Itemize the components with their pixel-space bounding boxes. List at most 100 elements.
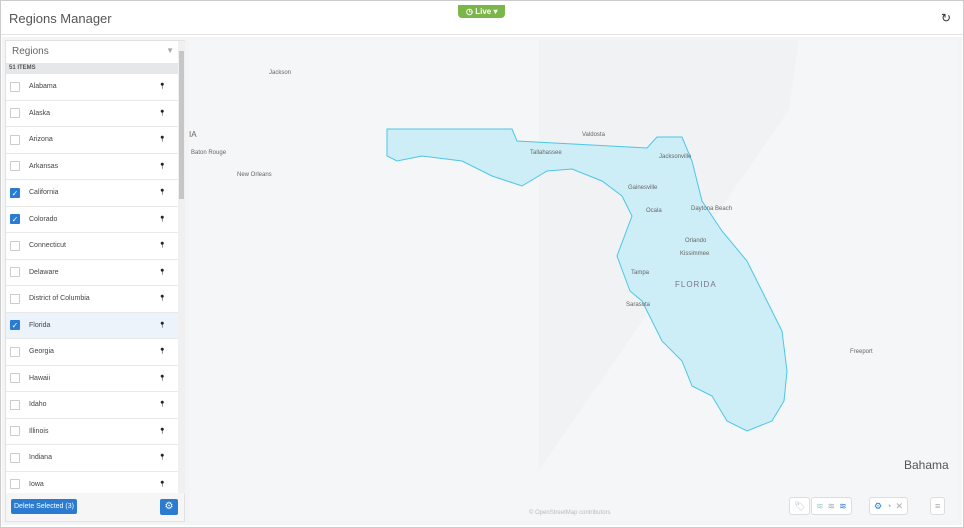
regions-list: Alabama 📍 Alaska 📍 Arizona 📍 Arkansas 📍 ✓ Califor…	[6, 74, 178, 494]
region-row[interactable]: District of Columbia 📍	[6, 286, 178, 313]
menu-icon: ≡	[935, 501, 941, 511]
menu-button[interactable]: ≡	[930, 497, 946, 515]
tools-icon[interactable]: ✕	[896, 501, 904, 512]
checkbox[interactable]	[10, 134, 20, 145]
region-row[interactable]: Illinois 📍	[6, 419, 178, 445]
map-pin-icon[interactable]: 📍	[159, 428, 166, 435]
map-label: Baton Rouge	[191, 150, 227, 156]
checkbox[interactable]	[10, 108, 20, 119]
map-label: Kissimmee	[680, 251, 710, 257]
gear-icon[interactable]: ⚙	[874, 501, 882, 512]
checkbox[interactable]	[10, 240, 20, 251]
region-row[interactable]: Hawaii 📍	[6, 366, 178, 392]
map-label: Ocala	[646, 208, 662, 214]
checkbox[interactable]	[10, 399, 20, 410]
refresh-icon[interactable]: ↻	[941, 11, 951, 25]
checkbox[interactable]	[10, 373, 20, 384]
region-name: Arizona	[29, 136, 53, 144]
map-label: Sarasota	[626, 302, 651, 308]
region-name: Delaware	[29, 268, 59, 276]
checkbox[interactable]: ✓	[10, 214, 20, 225]
layers-dark-icon[interactable]: ≋	[839, 501, 847, 512]
region-name: Georgia	[29, 348, 54, 356]
region-row[interactable]: Georgia 📍	[6, 339, 178, 366]
region-row[interactable]: ✓ Colorado 📍	[6, 207, 178, 233]
region-name: District of Columbia	[29, 295, 90, 303]
map-pin-icon[interactable]: 📍	[159, 375, 166, 382]
checkbox[interactable]: ✓	[10, 187, 20, 198]
region-name: Idaho	[29, 401, 47, 409]
settings-gear-icon[interactable]: ⚙	[160, 499, 178, 515]
layers-gray-icon[interactable]: ≋	[828, 501, 836, 512]
region-row[interactable]: ✓ Florida 📍	[6, 312, 178, 339]
map-pin-icon[interactable]: 📍	[159, 136, 166, 143]
region-name: Alaska	[29, 109, 51, 117]
map-label: Jacksonville	[659, 154, 692, 160]
region-row[interactable]: Alabama 📍	[6, 74, 178, 101]
region-name: Hawaii	[29, 374, 51, 382]
item-count: 51 ITEMS	[6, 63, 184, 74]
map-label: Jackson	[269, 70, 292, 76]
panel-title: Regions	[12, 46, 49, 57]
checkbox[interactable]	[10, 452, 20, 463]
checkbox[interactable]	[10, 346, 20, 357]
pie-icon[interactable]: ◔	[886, 501, 891, 511]
content-area: Regions ▼ 51 ITEMS Alabama 📍 Alaska 📍 Arizon…	[2, 37, 962, 525]
region-row[interactable]: Connecticut 📍	[6, 233, 178, 260]
map-pin-icon[interactable]: 📍	[159, 242, 166, 249]
map-label: Tampa	[631, 270, 650, 276]
regions-panel: Regions ▼ 51 ITEMS Alabama 📍 Alaska 📍 Arizon…	[5, 40, 185, 522]
region-name: California	[29, 189, 59, 197]
map-label: Gainesville	[628, 185, 658, 191]
map-pin-icon[interactable]: 📍	[159, 348, 166, 355]
live-dropdown[interactable]: ◷ Live ▾	[458, 5, 506, 18]
map-attribution: © OpenStreetMap contributors	[529, 510, 611, 516]
region-name: Iowa	[29, 480, 44, 488]
checkbox[interactable]	[10, 161, 20, 172]
region-row[interactable]: Alaska 📍	[6, 101, 178, 127]
map-pin-icon[interactable]: 📍	[159, 269, 166, 276]
map-view[interactable]: Jackson IA Baton Rouge New Orleans Valdosta T…	[189, 40, 958, 521]
checkbox[interactable]	[10, 81, 20, 92]
tools-group: ⚙ ◔ ✕	[869, 497, 909, 515]
checkbox[interactable]: ✓	[10, 320, 20, 331]
region-name: Illinois	[29, 427, 49, 435]
map-label: IA	[189, 130, 197, 139]
region-row[interactable]: Delaware 📍	[6, 260, 178, 286]
region-row[interactable]: Idaho 📍	[6, 392, 178, 419]
map-pin-icon[interactable]: 📍	[159, 401, 166, 408]
map-label: Daytona Beach	[691, 206, 733, 212]
region-row[interactable]: Arizona 📍	[6, 127, 178, 154]
tag-button[interactable]: 🏷	[789, 497, 811, 515]
region-row[interactable]: Arkansas 📍	[6, 154, 178, 180]
map-label: Valdosta	[582, 132, 605, 138]
layers-light-icon[interactable]: ≋	[816, 501, 824, 512]
region-name: Florida	[29, 321, 51, 329]
region-name: Connecticut	[29, 242, 66, 250]
map-pin-icon[interactable]: 📍	[159, 110, 166, 117]
page-title: Regions Manager	[9, 11, 112, 26]
map-pin-icon[interactable]: 📍	[159, 454, 166, 461]
map-pin-icon[interactable]: 📍	[159, 216, 166, 223]
map-pin-icon[interactable]: 📍	[159, 189, 166, 196]
panel-header: Regions ▼	[6, 41, 184, 63]
map-pin-icon[interactable]: 📍	[159, 322, 166, 329]
map-pin-icon[interactable]: 📍	[159, 83, 166, 90]
region-name: Arkansas	[29, 162, 59, 170]
scrollbar[interactable]	[178, 41, 185, 494]
map-pin-icon[interactable]: 📍	[159, 481, 166, 488]
checkbox[interactable]	[10, 426, 20, 437]
delete-selected-button[interactable]: Delete Selected (3)	[11, 499, 77, 514]
map-pin-icon[interactable]: 📍	[159, 163, 166, 170]
filter-icon[interactable]: ▼	[166, 46, 174, 55]
map-pin-icon[interactable]: 📍	[159, 295, 166, 302]
scrollbar-thumb[interactable]	[179, 51, 184, 199]
checkbox[interactable]	[10, 267, 20, 278]
region-row[interactable]: ✓ California 📍	[6, 180, 178, 207]
region-row[interactable]: Iowa 📍	[6, 472, 178, 495]
region-row[interactable]: Indiana 📍	[6, 445, 178, 472]
map-label: FLORIDA	[675, 280, 717, 289]
checkbox[interactable]	[10, 479, 20, 490]
map-label: Tallahassee	[530, 150, 562, 156]
checkbox[interactable]	[10, 293, 20, 304]
